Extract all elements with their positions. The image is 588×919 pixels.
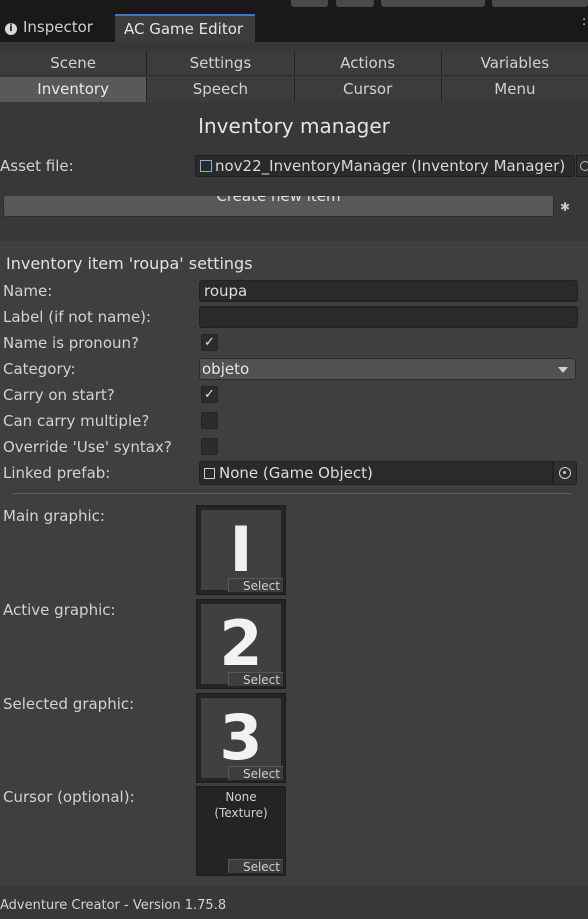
category-row-2: Inventory Speech Cursor Menu bbox=[0, 77, 588, 102]
pronoun-label: Name is pronoun? bbox=[3, 334, 139, 352]
category-label: Category: bbox=[3, 360, 76, 378]
linked-prefab-field[interactable]: None (Game Object) bbox=[199, 461, 553, 485]
linked-prefab-picker[interactable] bbox=[553, 461, 577, 485]
kebab-menu-icon[interactable]: · · bbox=[582, 14, 586, 32]
carry-multiple-checkbox[interactable] bbox=[201, 412, 218, 429]
divider bbox=[13, 493, 571, 494]
tab-inspector[interactable]: i Inspector bbox=[0, 14, 113, 42]
toolbar-strip bbox=[0, 0, 588, 10]
toolbar-button[interactable] bbox=[291, 0, 328, 7]
carry-multiple-label: Can carry multiple? bbox=[3, 412, 150, 430]
window-tab-bar: i Inspector AC Game Editor · · bbox=[0, 10, 588, 42]
category-settings[interactable]: Settings bbox=[146, 51, 294, 76]
active-graphic-label: Active graphic: bbox=[3, 601, 116, 619]
object-picker-icon bbox=[580, 161, 588, 171]
tab-ac-game-editor[interactable]: AC Game Editor bbox=[115, 14, 255, 42]
category-dropdown[interactable]: objeto bbox=[199, 358, 576, 380]
alt-label-label: Label (if not name): bbox=[3, 308, 152, 326]
selected-graphic-slot[interactable]: 3 Select bbox=[196, 693, 286, 783]
pronoun-checkbox[interactable]: ✓ bbox=[201, 334, 218, 351]
cursor-graphic-none-text: None (Texture) bbox=[214, 790, 268, 820]
toolbar-button[interactable] bbox=[336, 0, 374, 7]
name-input[interactable]: roupa bbox=[199, 280, 578, 302]
category-actions[interactable]: Actions bbox=[293, 51, 441, 76]
main-graphic-slot[interactable]: I Select bbox=[196, 505, 286, 595]
override-use-checkbox[interactable] bbox=[201, 438, 218, 455]
tab-inspector-label: Inspector bbox=[23, 18, 93, 36]
carry-on-start-label: Carry on start? bbox=[3, 386, 115, 404]
alt-label-input[interactable] bbox=[199, 306, 578, 328]
main-graphic-label: Main graphic: bbox=[3, 507, 105, 525]
main-graphic-select-button[interactable]: Select bbox=[228, 578, 283, 593]
name-label: Name: bbox=[3, 282, 53, 300]
category-row-1: Scene Settings Actions Variables bbox=[0, 51, 588, 76]
cursor-graphic-label: Cursor (optional): bbox=[3, 788, 135, 806]
dropdown-arrow-icon bbox=[558, 367, 568, 373]
selected-graphic-select-button[interactable]: Select bbox=[228, 766, 283, 781]
asset-file-field[interactable]: nov22_InventoryManager (Inventory Manage… bbox=[195, 155, 575, 177]
linked-prefab-value: None (Game Object) bbox=[219, 464, 373, 482]
category-menu[interactable]: Menu bbox=[440, 77, 588, 102]
object-picker-icon bbox=[559, 467, 571, 479]
info-icon: i bbox=[5, 23, 17, 35]
selected-graphic-label: Selected graphic: bbox=[3, 695, 135, 713]
version-text: Adventure Creator - Version 1.75.8 bbox=[0, 898, 227, 913]
category-value: objeto bbox=[202, 360, 250, 378]
asset-file-value: nov22_InventoryManager (Inventory Manage… bbox=[215, 157, 566, 175]
toolbar-button[interactable] bbox=[492, 0, 588, 7]
gear-icon[interactable]: ✱ bbox=[560, 200, 570, 214]
active-graphic-select-button[interactable]: Select bbox=[228, 672, 283, 687]
override-use-label: Override 'Use' syntax? bbox=[3, 438, 172, 456]
tab-editor-label: AC Game Editor bbox=[124, 20, 244, 38]
page-title: Inventory manager bbox=[198, 114, 390, 138]
linked-prefab-label: Linked prefab: bbox=[3, 464, 111, 482]
footer-bar: Adventure Creator - Version 1.75.8 bbox=[0, 892, 588, 919]
create-new-item-button[interactable]: Create new item bbox=[3, 196, 554, 217]
category-cursor[interactable]: Cursor bbox=[293, 77, 441, 102]
cursor-graphic-slot[interactable]: None (Texture) Select bbox=[196, 786, 286, 876]
carry-on-start-checkbox[interactable]: ✓ bbox=[201, 386, 218, 403]
item-settings-heading: Inventory item 'roupa' settings bbox=[6, 254, 253, 273]
active-graphic-slot[interactable]: 2 Select bbox=[196, 599, 286, 689]
category-speech[interactable]: Speech bbox=[146, 77, 293, 102]
scriptable-object-icon bbox=[200, 160, 212, 172]
toolbar-button[interactable] bbox=[381, 0, 485, 7]
gameobject-cube-icon bbox=[204, 468, 215, 479]
cursor-graphic-select-button[interactable]: Select bbox=[228, 859, 283, 874]
asset-file-label: Asset file: bbox=[0, 157, 74, 175]
asset-picker-button[interactable] bbox=[576, 155, 588, 177]
category-inventory[interactable]: Inventory bbox=[0, 77, 147, 102]
category-scene[interactable]: Scene bbox=[0, 51, 147, 76]
category-variables[interactable]: Variables bbox=[440, 51, 588, 76]
